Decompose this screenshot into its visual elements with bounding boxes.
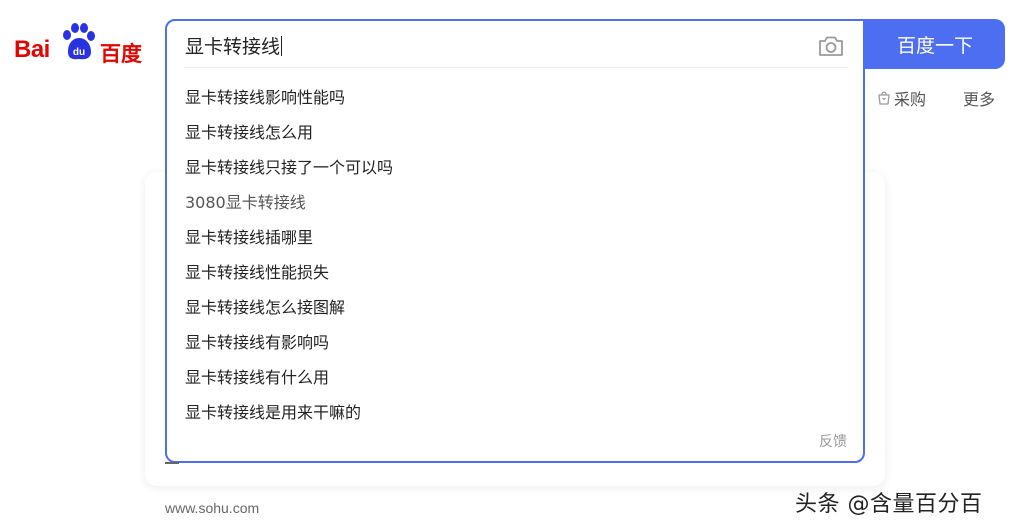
suggestion-item[interactable]: 显卡转接线影响性能吗 xyxy=(185,83,393,118)
suggestion-list: 显卡转接线影响性能吗 显卡转接线怎么用 显卡转接线只接了一个可以吗 3080显卡… xyxy=(185,83,393,433)
camera-icon[interactable] xyxy=(817,34,845,58)
suggestion-item[interactable]: 显卡转接线是用来干嘛的 xyxy=(185,398,393,433)
logo-text-bai: Bai xyxy=(14,36,50,63)
suggestion-item[interactable]: 显卡转接线有影响吗 xyxy=(185,328,393,363)
watermark-text: 头条 @含量百分百 xyxy=(795,492,983,517)
underline-fragment xyxy=(165,462,179,464)
suggestion-item[interactable]: 显卡转接线有什么用 xyxy=(185,363,393,398)
text-cursor xyxy=(281,36,283,56)
suggestion-item[interactable]: 显卡转接线插哪里 xyxy=(185,223,393,258)
result-source-url[interactable]: www.sohu.com xyxy=(165,500,259,516)
search-box: 显卡转接线 显卡转接线影响性能吗 显卡转接线怎么用 显卡转接线只接了一个可以吗 … xyxy=(165,19,865,463)
shopping-bag-icon xyxy=(878,91,890,105)
tab-more[interactable]: 更多 xyxy=(963,86,995,110)
search-input[interactable]: 显卡转接线 xyxy=(185,33,785,61)
baidu-logo[interactable]: Bai du 百度 xyxy=(14,22,144,66)
suggestion-item[interactable]: 3080显卡转接线 xyxy=(185,188,393,223)
suggestion-item[interactable]: 显卡转接线怎么接图解 xyxy=(185,293,393,328)
suggestion-item[interactable]: 显卡转接线怎么用 xyxy=(185,118,393,153)
suggestion-item[interactable]: 显卡转接线只接了一个可以吗 xyxy=(185,153,393,188)
search-button[interactable]: 百度一下 xyxy=(865,19,1005,69)
paw-icon: du xyxy=(63,23,95,60)
feedback-link[interactable]: 反馈 xyxy=(819,431,847,451)
input-divider xyxy=(183,67,849,68)
logo-text-baidu: 百度 xyxy=(100,42,142,66)
tab-purchase-label: 采购 xyxy=(894,90,927,109)
tab-purchase[interactable]: 采购 xyxy=(876,86,926,110)
logo-paw-text: du xyxy=(73,47,85,58)
suggestion-item[interactable]: 显卡转接线性能损失 xyxy=(185,258,393,293)
